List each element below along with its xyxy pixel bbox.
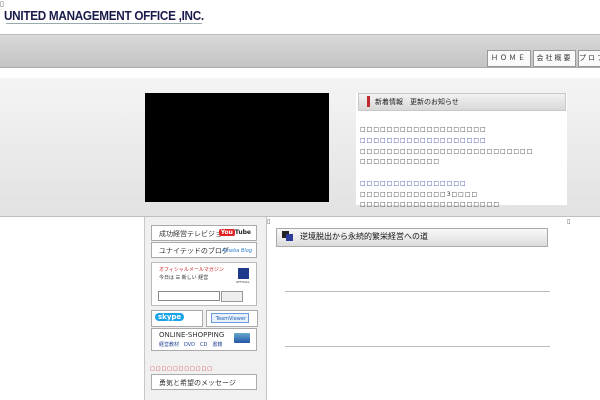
- mail-magazine-submit-button[interactable]: [221, 291, 243, 302]
- blog-banner-label: ユナイテッドのブログ: [159, 247, 229, 255]
- message-banner[interactable]: 勇気と希望のメッセージ: [151, 374, 257, 390]
- tv-banner[interactable]: 成功経営テレビジョン You Tube: [151, 225, 257, 241]
- nav-profile-button[interactable]: プロフィ: [578, 50, 600, 67]
- ameba-blog-icon: Ameba Blog: [221, 248, 252, 254]
- online-shopping-sub: 経営教材 DVD CD 書籍: [159, 342, 223, 348]
- youtube-tube: Tube: [234, 229, 251, 236]
- mail-magazine-email-input[interactable]: [158, 291, 220, 301]
- news-item: □□□□□□□□□□□□□□□□□□□□□□□□□□: [360, 148, 534, 155]
- video-player[interactable]: [145, 93, 329, 202]
- logo-underline: [6, 23, 202, 24]
- news-item: □□□□□□□□□□□□: [360, 158, 441, 165]
- youtube-you: You: [218, 229, 235, 236]
- nav-home-button[interactable]: ＨＯＭＥ: [487, 50, 531, 67]
- blog-banner[interactable]: ユナイテッドのブログ Ameba Blog: [151, 242, 257, 258]
- mail-magazine-title: オフィシャルメールマガジン: [159, 267, 224, 273]
- news-title: 新着情報 更新のお知らせ: [375, 98, 459, 106]
- news-item-link[interactable]: □□□□□□□□□□□□□□□□□□□: [360, 137, 487, 144]
- official-badge-icon: [238, 268, 249, 279]
- skype-button[interactable]: skype: [151, 310, 203, 327]
- youtube-icon: You Tube: [218, 229, 251, 236]
- content-divider: [285, 291, 550, 292]
- official-badge-label: OFFICIAL: [236, 280, 250, 284]
- credit-card-icon: [234, 333, 250, 343]
- title-square-icon: [286, 234, 293, 241]
- mail-magazine-box: オフィシャルメールマガジン 今日は ☰ 新しい 経営 OFFICIAL: [151, 262, 257, 306]
- teamviewer-icon: TeamViewer: [211, 313, 249, 323]
- news-item: □□□□□□□□□□□□□□□□□□□□□: [360, 201, 501, 208]
- layout-mark: ▯: [267, 218, 271, 225]
- news-item: □□□□□□□□□□□□□□□□□□□: [360, 126, 487, 133]
- message-banner-label: 勇気と希望のメッセージ: [159, 379, 236, 387]
- company-logo[interactable]: UNITED MANAGEMENT OFFICE ,INC.: [4, 8, 204, 23]
- sidebar-right-divider: [266, 217, 267, 400]
- skype-icon: skype: [155, 313, 185, 321]
- teamviewer-button[interactable]: TeamViewer: [206, 310, 258, 327]
- corner-mark: ▯: [0, 0, 4, 8]
- content-title: 逆境脱出から永続的繁栄経営への道: [300, 232, 428, 241]
- news-item-link[interactable]: □□□□□□□□□□□□□□□□: [360, 180, 467, 187]
- nav-company-button[interactable]: 会社概要: [533, 50, 576, 67]
- band-spacer: [0, 68, 600, 78]
- content-divider: [285, 346, 550, 347]
- mail-magazine-subtitle: 今日は ☰ 新しい 経営: [159, 275, 209, 281]
- red-notice-text: □□□□□□□□□□□: [150, 366, 213, 372]
- news-item: □□□□□□□□□□□□□3□□□□: [360, 191, 479, 198]
- news-header-accent: [367, 96, 370, 107]
- online-shopping-label: ONLINE-SHOPPING: [159, 331, 225, 339]
- layout-mark: ▯: [567, 218, 571, 225]
- sidebar-left-divider: [144, 217, 145, 400]
- online-shopping-banner[interactable]: ONLINE-SHOPPING 経営教材 DVD CD 書籍: [151, 328, 257, 351]
